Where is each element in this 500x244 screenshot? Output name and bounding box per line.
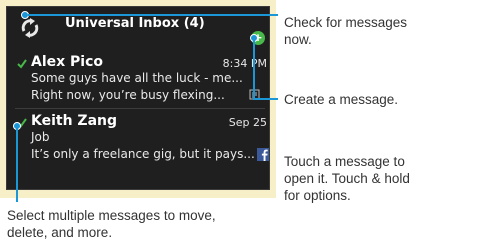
callout-text-line: now. — [284, 32, 312, 47]
callout-create-message: Create a message. — [284, 92, 399, 107]
callout-line-check — [28, 14, 278, 16]
universal-inbox-widget: Universal Inbox (4) + Alex Pico 8:34 PM … — [6, 6, 270, 190]
message-subject: Job — [31, 130, 50, 144]
callout-touch-message: Touch a message to open it. Touch & hold… — [284, 153, 410, 204]
facebook-icon — [257, 148, 269, 161]
message-divider — [15, 108, 265, 109]
message-preview-line2: Right now, you’re busy flexing... — [31, 88, 225, 102]
message-time: 8:34 PM — [222, 57, 267, 70]
message-preview: It’s only a freelance gig, but it pays..… — [31, 147, 255, 161]
message-time: Sep 25 — [228, 116, 267, 129]
callout-text-line: for options. — [284, 188, 351, 203]
callout-text-line: open it. Touch & hold — [284, 171, 410, 186]
callout-line-select — [16, 128, 18, 202]
widget-frame: Universal Inbox (4) + Alex Pico 8:34 PM … — [0, 0, 276, 198]
refresh-icon[interactable] — [19, 17, 41, 39]
checkmark-icon[interactable] — [17, 59, 27, 69]
callout-select-multiple: Select multiple messages to move, delete… — [7, 207, 216, 241]
callout-check-messages: Check for messages now. — [284, 14, 407, 48]
callout-text-line: Select multiple messages to move, — [7, 208, 216, 223]
callout-line-create-vertical — [253, 40, 255, 99]
callout-text-line: delete, and more. — [7, 225, 113, 240]
message-sender: Keith Zang — [31, 113, 118, 129]
callout-text-line: Check for messages — [284, 15, 408, 30]
callout-line-create — [253, 98, 278, 100]
widget-title: Universal Inbox (4) — [65, 16, 205, 31]
callout-text-line: Touch a message to — [284, 154, 405, 169]
message-preview-line1: Some guys have all the luck - me... — [31, 71, 243, 85]
message-sender: Alex Pico — [31, 54, 104, 70]
